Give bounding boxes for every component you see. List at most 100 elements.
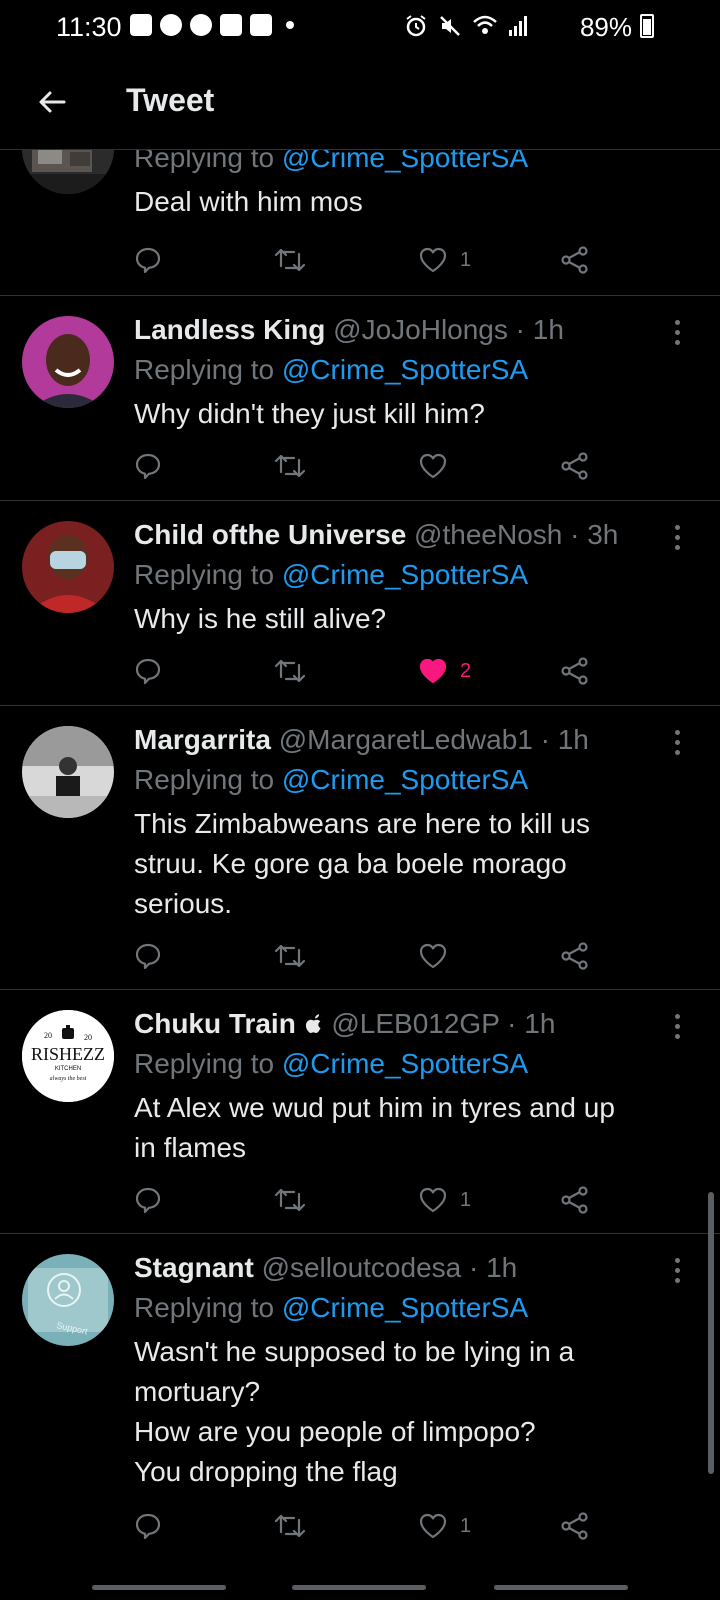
tweet-text: This Zimbabweans are here to kill us str… xyxy=(134,804,680,924)
avatar[interactable] xyxy=(22,726,114,818)
tweet-header: Chuku Train @LEB012GP · 1h xyxy=(134,1004,680,1044)
mention-link[interactable]: @Crime_SpotterSA xyxy=(282,1048,528,1079)
reply-button[interactable] xyxy=(134,1506,162,1546)
heart-icon xyxy=(419,247,447,273)
user-handle[interactable]: @MargaretLedwab1 xyxy=(279,724,533,755)
replying-prefix: Replying to xyxy=(134,764,275,795)
replying-to: Replying to @Crime_SpotterSA xyxy=(134,350,680,390)
retweet-button[interactable] xyxy=(274,240,306,280)
display-name[interactable]: Stagnant xyxy=(134,1252,254,1283)
tweet-text-line: You dropping the flag xyxy=(134,1456,398,1487)
like-button[interactable] xyxy=(418,936,460,976)
share-button[interactable] xyxy=(560,651,590,691)
display-name[interactable]: Child ofthe Universe xyxy=(134,519,406,550)
like-count: 2 xyxy=(460,659,472,682)
mention-link[interactable]: @Crime_SpotterSA xyxy=(282,1292,528,1323)
display-name[interactable]: Chuku Train xyxy=(134,1008,296,1039)
avatar[interactable]: 20 20 RISHEZZ KITCHEN always the best xyxy=(22,1010,114,1102)
reply-feed[interactable]: Replying to @Crime_SpotterSA Deal with h… xyxy=(0,150,720,1600)
more-options-button[interactable] xyxy=(662,517,692,557)
signal-icon xyxy=(509,16,527,36)
like-button[interactable] xyxy=(418,446,460,486)
user-handle[interactable]: @selloutcodesa xyxy=(262,1252,462,1283)
display-name[interactable]: Margarrita xyxy=(134,724,271,755)
separator-dot: · xyxy=(499,1008,525,1039)
share-button[interactable] xyxy=(560,240,590,280)
tweet-item[interactable]: Replying to @Crime_SpotterSA Deal with h… xyxy=(0,150,720,296)
like-button[interactable]: 1 xyxy=(418,240,471,280)
tweet-item[interactable]: Child ofthe Universe @theeNosh · 3h Repl… xyxy=(0,501,720,706)
tweet-text-line: Wasn't he supposed to be lying in a xyxy=(134,1336,575,1367)
more-options-button[interactable] xyxy=(662,312,692,352)
reply-icon xyxy=(135,453,161,480)
replying-to: Replying to @Crime_SpotterSA xyxy=(134,150,680,178)
user-handle[interactable]: @theeNosh xyxy=(414,519,562,550)
tweet-header: Child ofthe Universe @theeNosh · 3h xyxy=(134,515,680,555)
tweet-text-line: Why is he still alive? xyxy=(134,603,387,634)
replying-to: Replying to @Crime_SpotterSA xyxy=(134,555,680,595)
retweet-button[interactable] xyxy=(274,446,306,486)
mention-link[interactable]: @Crime_SpotterSA xyxy=(282,150,528,173)
mention-link[interactable]: @Crime_SpotterSA xyxy=(282,764,528,795)
display-name[interactable]: Landless King xyxy=(134,314,325,345)
back-button[interactable] xyxy=(28,78,76,126)
tweet-header: Stagnant @selloutcodesa · 1h xyxy=(134,1248,680,1288)
share-button[interactable] xyxy=(560,936,590,976)
share-button[interactable] xyxy=(560,446,590,486)
avatar-image: Support xyxy=(22,1254,114,1346)
mute-icon xyxy=(440,16,460,36)
like-button[interactable]: 1 xyxy=(418,1506,471,1546)
scrollbar[interactable] xyxy=(708,1192,714,1474)
replying-to: Replying to @Crime_SpotterSA xyxy=(134,1288,680,1328)
battery-icon xyxy=(640,14,654,38)
retweet-button[interactable] xyxy=(274,651,306,691)
mention-link[interactable]: @Crime_SpotterSA xyxy=(282,354,528,385)
share-icon xyxy=(561,452,588,480)
heart-filled-icon xyxy=(419,658,447,684)
mention-link[interactable]: @Crime_SpotterSA xyxy=(282,559,528,590)
like-button[interactable]: 1 xyxy=(418,1180,471,1220)
more-options-button[interactable] xyxy=(662,1006,692,1046)
reply-button[interactable] xyxy=(134,240,162,280)
reply-button[interactable] xyxy=(134,446,162,486)
avatar[interactable]: Support xyxy=(22,1254,114,1346)
user-handle[interactable]: @LEB012GP xyxy=(331,1008,499,1039)
nav-recents-indicator[interactable] xyxy=(92,1585,226,1590)
tweet-item[interactable]: Landless King @JoJoHlongs · 1h Replying … xyxy=(0,296,720,501)
share-button[interactable] xyxy=(560,1180,590,1220)
avatar-image xyxy=(22,150,114,194)
avatar[interactable] xyxy=(22,521,114,613)
avatar[interactable] xyxy=(22,316,114,408)
tweet-actions: 2 xyxy=(134,651,614,691)
tweet-text: Why is he still alive? xyxy=(134,599,680,639)
retweet-icon xyxy=(274,1188,306,1212)
retweet-button[interactable] xyxy=(274,1180,306,1220)
tweet-text-line: Deal with him mos xyxy=(134,186,363,217)
tweet-item[interactable]: Support Stagnant @selloutcodesa · 1h Rep… xyxy=(0,1234,720,1600)
nav-home-indicator[interactable] xyxy=(292,1585,426,1590)
replying-to: Replying to @Crime_SpotterSA xyxy=(134,1044,680,1084)
reply-button[interactable] xyxy=(134,936,162,976)
like-count: 1 xyxy=(460,1188,472,1211)
tweet-text-line: At Alex we wud put him in tyres and up xyxy=(134,1092,615,1123)
apple-icon xyxy=(305,1014,321,1033)
like-button[interactable]: 2 xyxy=(418,651,471,691)
tweet-text-line: struu. Ke gore ga ba boele morago xyxy=(134,848,567,879)
avatar[interactable] xyxy=(22,150,114,194)
user-handle[interactable]: @JoJoHlongs xyxy=(333,314,508,345)
retweet-button[interactable] xyxy=(274,1506,306,1546)
tweet-item[interactable]: 20 20 RISHEZZ KITCHEN always the best Ch… xyxy=(0,990,720,1234)
replying-to: Replying to @Crime_SpotterSA xyxy=(134,760,680,800)
status-time: 11:30 xyxy=(56,12,122,42)
reply-button[interactable] xyxy=(134,651,162,691)
wifi-icon xyxy=(473,15,497,34)
tweet-text-line: mortuary? xyxy=(134,1376,261,1407)
tweet-item[interactable]: Margarrita @MargaretLedwab1 · 1h Replyin… xyxy=(0,706,720,990)
retweet-button[interactable] xyxy=(274,936,306,976)
more-options-button[interactable] xyxy=(662,1250,692,1290)
share-button[interactable] xyxy=(560,1506,590,1546)
tweet-header: Margarrita @MargaretLedwab1 · 1h xyxy=(134,720,680,760)
reply-button[interactable] xyxy=(134,1180,162,1220)
more-options-button[interactable] xyxy=(662,722,692,762)
nav-back-indicator[interactable] xyxy=(494,1585,628,1590)
